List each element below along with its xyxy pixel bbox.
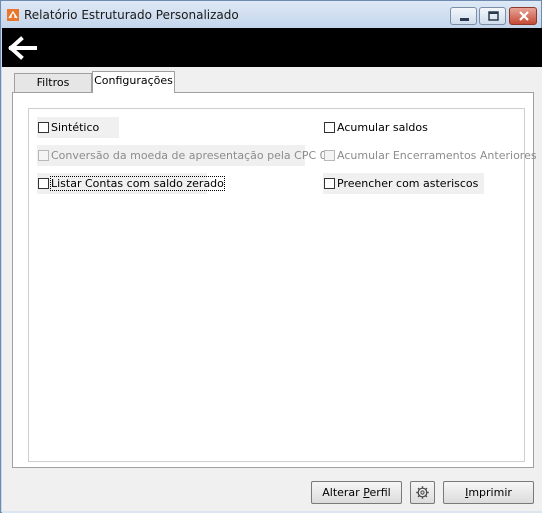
checkbox-label: Preencher com asteriscos [337, 177, 479, 190]
app-icon [7, 9, 19, 21]
checkbox-box[interactable] [324, 178, 335, 189]
alterar-perfil-button[interactable]: Alterar Perfil [311, 481, 402, 504]
checkbox-box [38, 150, 49, 161]
button-label: mprimir [468, 486, 512, 499]
checkbox-box[interactable] [38, 178, 49, 189]
maximize-button[interactable] [479, 7, 506, 25]
checkbox-box [324, 150, 335, 161]
arrow-left-icon [8, 36, 37, 60]
tab-configuracoes[interactable]: Configurações [92, 71, 175, 93]
header-bar [2, 28, 542, 67]
window-title: Relatório Estruturado Personalizado [24, 8, 239, 22]
checkbox-conversao-moeda: Conversão da moeda de apresentação pela … [37, 145, 334, 166]
title-bar[interactable]: Relatório Estruturado Personalizado [1, 1, 541, 28]
minimize-button[interactable] [450, 7, 477, 25]
checkbox-label: Acumular Encerramentos Anteriores [337, 149, 537, 162]
checkbox-label: Acumular saldos [337, 121, 428, 134]
checkbox-acumular-encerramentos: Acumular Encerramentos Anteriores [323, 145, 537, 166]
checkbox-box[interactable] [38, 122, 49, 133]
configuracoes-panel: Sintético Conversão da moeda de apresent… [12, 92, 537, 468]
checkbox-label: Sintético [51, 121, 100, 134]
checkbox-box[interactable] [324, 122, 335, 133]
app-window: Relatório Estruturado Personalizado Filt… [0, 0, 542, 513]
settings-button[interactable] [410, 481, 435, 504]
checkbox-listar-contas[interactable]: Listar Contas com saldo zerado [37, 173, 225, 194]
maximize-icon [488, 11, 499, 21]
tab-label: Filtros [36, 76, 70, 89]
button-label: erfil [369, 486, 391, 499]
button-label: Alterar [322, 486, 364, 499]
gear-icon [416, 486, 429, 499]
options-group: Sintético Conversão da moeda de apresent… [28, 108, 537, 462]
tab-filtros[interactable]: Filtros [14, 73, 92, 93]
close-button[interactable] [509, 7, 537, 25]
checkbox-label: Listar Contas com saldo zerado [50, 176, 225, 191]
checkbox-label: Conversão da moeda de apresentação pela … [51, 149, 334, 162]
checkbox-acumular-saldos[interactable]: Acumular saldos [323, 117, 483, 138]
minimize-icon [460, 18, 469, 21]
tab-label: Configurações [94, 74, 173, 87]
close-icon [519, 11, 529, 21]
checkbox-preencher-asteriscos[interactable]: Preencher com asteriscos [323, 173, 484, 194]
imprimir-button[interactable]: Imprimir [443, 481, 534, 504]
back-button[interactable] [8, 36, 38, 60]
checkbox-sintetico[interactable]: Sintético [37, 117, 119, 138]
client-area: Filtros Configurações Sintético Conversã… [2, 67, 542, 511]
